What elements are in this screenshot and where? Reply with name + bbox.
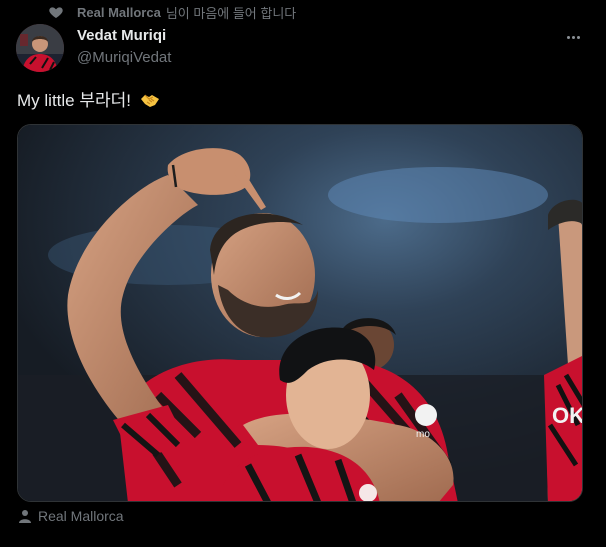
author-display-name[interactable]: Vedat Muriqi [77, 26, 171, 46]
svg-text:mo: mo [416, 429, 430, 440]
person-icon [19, 510, 31, 523]
svg-text:OK: OK [552, 403, 583, 428]
photo-image: mo OK [18, 125, 583, 501]
tweet-text-body: My little 부라더! [17, 91, 131, 110]
more-dot [566, 35, 570, 39]
social-context-account[interactable]: Real Mallorca [77, 5, 161, 20]
more-dot [576, 35, 580, 39]
author-block[interactable]: Vedat Muriqi @MuriqiVedat [77, 26, 171, 68]
author-handle[interactable]: @MuriqiVedat [77, 48, 171, 68]
social-context-text: 님이 마음에 들어 합니다 [165, 5, 297, 21]
media-tag[interactable]: Real Mallorca [18, 507, 124, 525]
social-context: Real Mallorca 님이 마음에 들어 합니다 [49, 3, 297, 21]
tweet[interactable]: Real Mallorca 님이 마음에 들어 합니다 Vedat Muriqi… [0, 0, 606, 547]
heart-icon [49, 7, 63, 18]
handshake-emoji-icon [140, 94, 159, 107]
tweet-text: My little 부라더! [17, 90, 160, 112]
avatar[interactable] [16, 24, 64, 72]
more-options-button[interactable] [562, 28, 584, 46]
tweet-photo[interactable]: mo OK [17, 124, 583, 502]
more-dot [571, 35, 575, 39]
media-tag-label[interactable]: Real Mallorca [38, 508, 124, 524]
